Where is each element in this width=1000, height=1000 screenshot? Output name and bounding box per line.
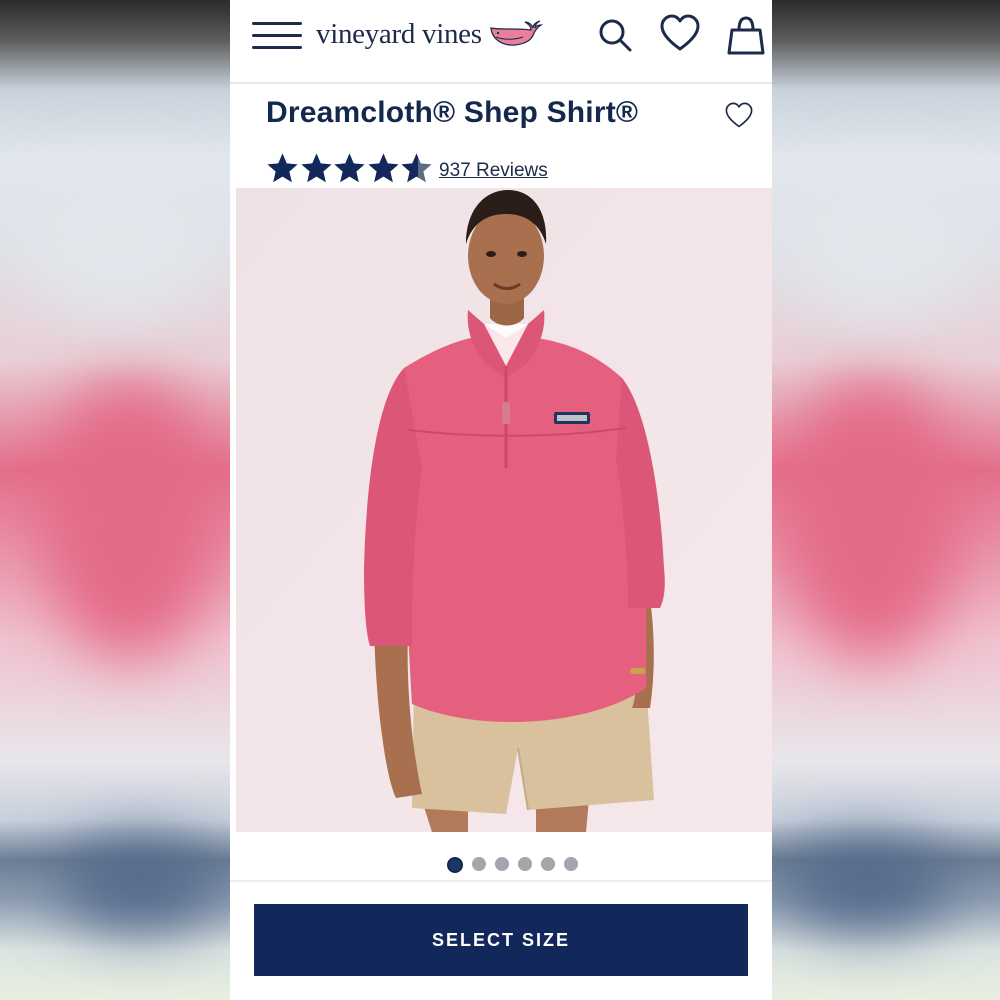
brand-logo[interactable]: vineyard vines	[316, 14, 544, 54]
search-icon[interactable]	[596, 16, 636, 56]
carousel-dot-1[interactable]	[447, 857, 463, 873]
star-icon	[300, 153, 332, 183]
star-icon	[334, 153, 365, 183]
hamburger-menu-icon[interactable]	[252, 20, 302, 52]
mobile-product-page: vineyard vines Dreamcloth® Shep Shirt® 9…	[230, 0, 772, 1000]
site-header: vineyard vines	[230, 0, 772, 84]
whale-logo-icon	[490, 20, 543, 46]
product-photo-illustration	[236, 188, 772, 832]
carousel-dot-2[interactable]	[472, 857, 486, 871]
carousel-dot-5[interactable]	[541, 857, 555, 871]
add-to-wishlist-heart-icon[interactable]	[724, 102, 754, 130]
heart-icon[interactable]	[660, 14, 700, 54]
reviews-link[interactable]: 937 Reviews	[439, 160, 548, 182]
image-carousel-dots	[447, 857, 587, 873]
product-title: Dreamcloth® Shep Shirt®	[266, 96, 639, 129]
shopping-bag-icon[interactable]	[726, 16, 766, 56]
brand-name: vineyard vines	[316, 17, 482, 50]
carousel-dot-6[interactable]	[564, 857, 578, 871]
half-star-icon	[401, 153, 432, 183]
select-size-button[interactable]: SELECT SIZE	[254, 904, 748, 976]
divider	[230, 880, 772, 882]
carousel-dot-4[interactable]	[518, 857, 532, 871]
blurred-background-right	[772, 0, 1000, 1000]
carousel-dot-3[interactable]	[495, 857, 509, 871]
rating-stars[interactable]	[266, 152, 434, 185]
star-icon	[367, 153, 399, 183]
blurred-background-left	[0, 0, 230, 1000]
star-icon	[267, 153, 298, 183]
product-photo[interactable]	[236, 188, 772, 832]
